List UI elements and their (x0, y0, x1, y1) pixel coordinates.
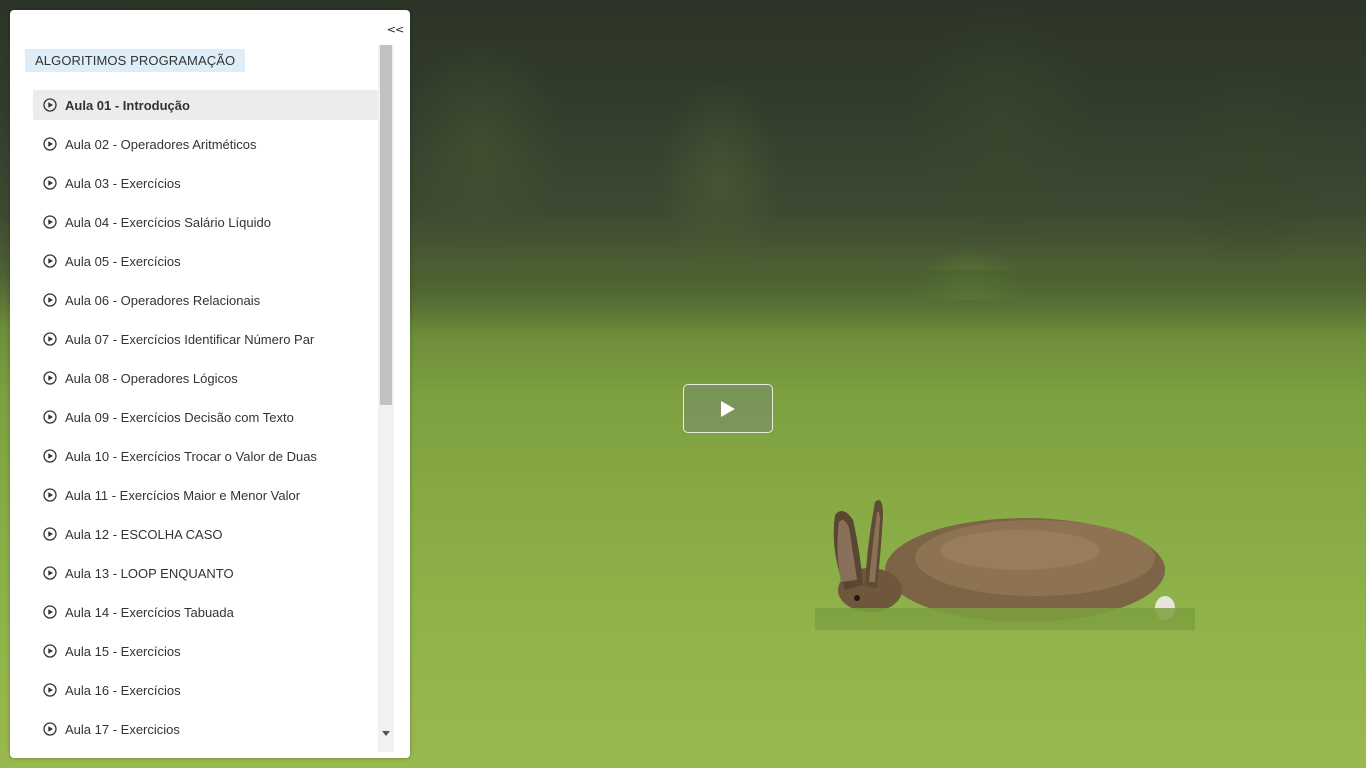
play-circle-icon (42, 448, 58, 464)
lesson-item[interactable]: Aula 16 - Exercícios (33, 675, 378, 705)
lesson-item[interactable]: Aula 08 - Operadores Lógicos (33, 363, 378, 393)
lesson-label: Aula 07 - Exercícios Identificar Número … (65, 331, 315, 347)
lesson-item[interactable]: Aula 06 - Operadores Relacionais (33, 285, 378, 315)
lesson-label: Aula 13 - LOOP ENQUANTO (65, 565, 234, 581)
play-circle-icon (42, 214, 58, 230)
lesson-label: Aula 17 - Exercicios (65, 721, 180, 737)
lesson-sidebar: << ALGORITIMOS PROGRAMAÇÃO Aula 01 - Int… (10, 10, 410, 758)
play-circle-icon (42, 565, 58, 581)
lesson-label: Aula 15 - Exercícios (65, 643, 181, 659)
play-circle-icon (42, 253, 58, 269)
play-circle-icon (42, 331, 58, 347)
play-circle-icon (42, 487, 58, 503)
lesson-item[interactable]: Aula 10 - Exercícios Trocar o Valor de D… (33, 441, 378, 471)
lesson-item[interactable]: Aula 03 - Exercícios (33, 168, 378, 198)
play-circle-icon (42, 604, 58, 620)
lesson-item[interactable]: Aula 17 - Exercicios (33, 714, 378, 744)
lesson-label: Aula 08 - Operadores Lógicos (65, 370, 238, 386)
play-circle-icon (42, 526, 58, 542)
lesson-item[interactable]: Aula 13 - LOOP ENQUANTO (33, 558, 378, 588)
lesson-item[interactable]: Aula 02 - Operadores Aritméticos (33, 129, 378, 159)
chevron-down-icon (382, 730, 390, 736)
play-circle-icon (42, 409, 58, 425)
hare-image (815, 500, 1195, 630)
background-bushes (410, 270, 1366, 340)
play-circle-icon (42, 643, 58, 659)
play-circle-icon (42, 370, 58, 386)
scroll-down-arrow[interactable] (378, 725, 394, 741)
play-circle-icon (42, 292, 58, 308)
lesson-item[interactable]: Aula 12 - ESCOLHA CASO (33, 519, 378, 549)
lesson-item[interactable]: Aula 09 - Exercícios Decisão com Texto (33, 402, 378, 432)
lesson-label: Aula 09 - Exercícios Decisão com Texto (65, 409, 294, 425)
play-icon (721, 400, 735, 417)
lesson-label: Aula 11 - Exercícios Maior e Menor Valor (65, 487, 301, 503)
play-button[interactable] (683, 384, 773, 433)
lesson-item[interactable]: Aula 07 - Exercícios Identificar Número … (33, 324, 378, 354)
lesson-label: Aula 05 - Exercícios (65, 253, 181, 269)
lesson-item[interactable]: Aula 04 - Exercícios Salário Líquido (33, 207, 378, 237)
lesson-label: Aula 03 - Exercícios (65, 175, 181, 191)
lesson-label: Aula 01 - Introdução (65, 97, 190, 113)
play-circle-icon (42, 136, 58, 152)
lesson-label: Aula 06 - Operadores Relacionais (65, 292, 261, 308)
lesson-label: Aula 14 - Exercícios Tabuada (65, 604, 234, 620)
lesson-label: Aula 04 - Exercícios Salário Líquido (65, 214, 271, 230)
lesson-label: Aula 02 - Operadores Aritméticos (65, 136, 257, 152)
lesson-label: Aula 12 - ESCOLHA CASO (65, 526, 223, 542)
play-circle-icon (42, 721, 58, 737)
lesson-item[interactable]: Aula 11 - Exercícios Maior e Menor Valor (33, 480, 378, 510)
lesson-label: Aula 16 - Exercícios (65, 682, 181, 698)
play-circle-icon (42, 97, 58, 113)
lesson-item[interactable]: Aula 15 - Exercícios (33, 636, 378, 666)
lesson-label: Aula 10 - Exercícios Trocar o Valor de D… (65, 448, 317, 464)
course-title: ALGORITIMOS PROGRAMAÇÃO (25, 49, 246, 72)
play-circle-icon (42, 682, 58, 698)
lesson-item[interactable]: Aula 01 - Introdução (33, 90, 378, 120)
play-circle-icon (42, 175, 58, 191)
collapse-sidebar-button[interactable]: << (385, 20, 405, 38)
lesson-item[interactable]: Aula 05 - Exercícios (33, 246, 378, 276)
lesson-item[interactable]: Aula 14 - Exercícios Tabuada (33, 597, 378, 627)
scrollbar-thumb[interactable] (380, 45, 392, 405)
lesson-list: Aula 01 - Introdução Aula 02 - Operadores… (33, 90, 378, 758)
